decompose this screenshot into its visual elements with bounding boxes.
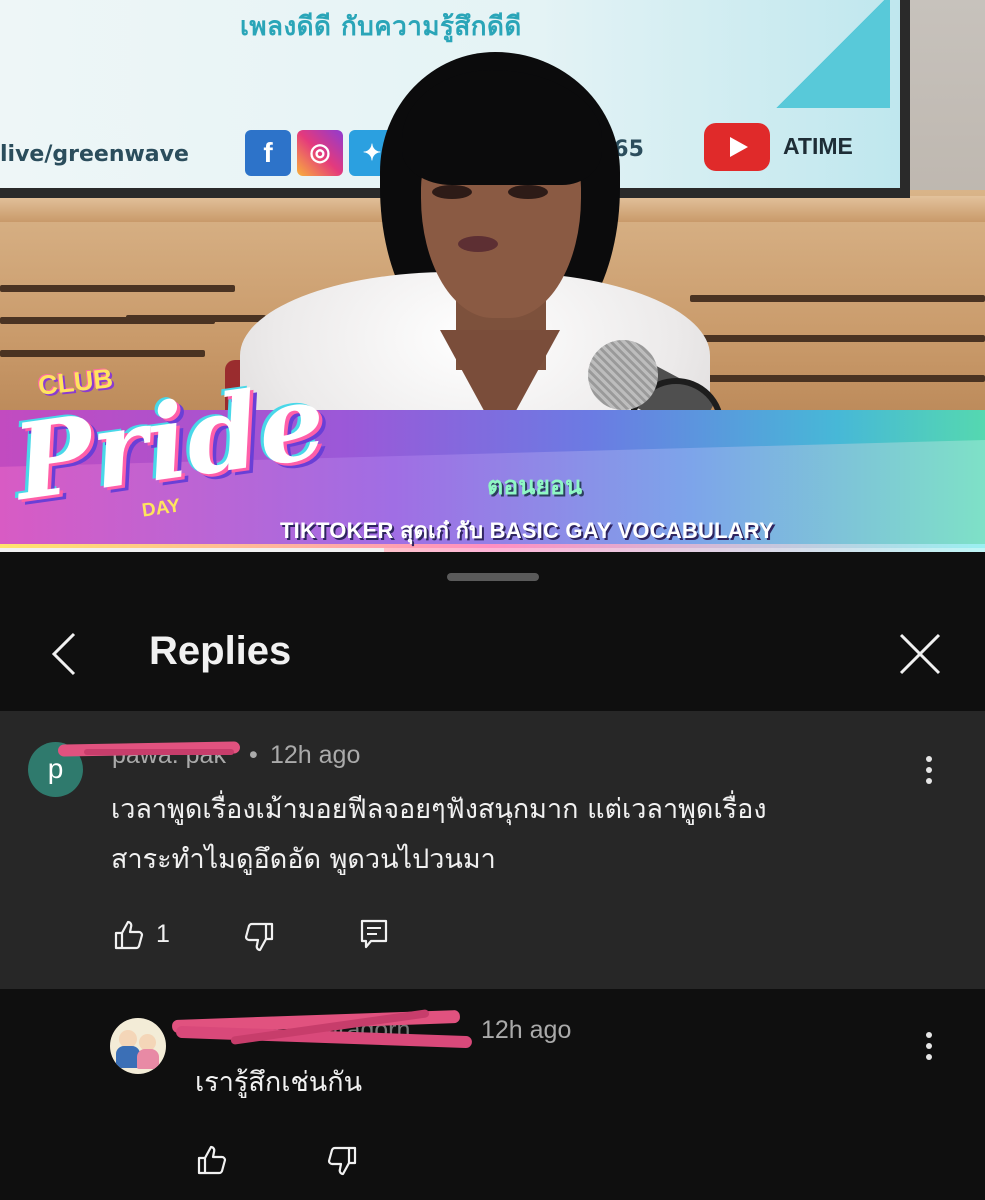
banner-subtitle: TIKTOKER สุดเก๋ กับ BASIC GAY VOCABULARY (280, 518, 774, 543)
parent-comment: p pawa. pak • 12h ago เวลาพูดเรื่องเม้าม… (0, 711, 985, 989)
panel-title: Replies (149, 629, 292, 673)
comment-text-line2: สาระทำไมดูอึดอัด พูดวนไปวนมา (111, 844, 496, 875)
video-player[interactable]: เพลงดีดี กับความรู้สึกดีดี live/greenwav… (0, 0, 985, 552)
drag-handle[interactable] (447, 573, 539, 581)
replies-panel: Replies p pawa. pak • 12h ago เวลาพูดเรื… (0, 552, 985, 1200)
reply-text: เรารู้สึกเช่นกัน (195, 1067, 363, 1098)
meta-separator: • (249, 741, 258, 769)
thumbs-down-icon[interactable] (243, 921, 275, 953)
more-vertical-icon[interactable] (925, 1031, 933, 1061)
host-eye-right (508, 185, 548, 199)
host-eye-left (432, 185, 472, 199)
thumbs-up-icon[interactable] (113, 919, 145, 951)
comment-text-line1: เวลาพูดเรื่องเม้ามอยฟีลจอยๆฟังสนุกมาก แต… (111, 794, 767, 825)
youtube-icon (704, 123, 770, 171)
instagram-icon: ◎ (297, 130, 343, 176)
comment-icon[interactable] (359, 918, 389, 950)
screen-url: live/greenwave (0, 142, 189, 167)
comment-time: 12h ago (270, 741, 361, 769)
microphone-icon (588, 340, 658, 410)
like-count: 1 (156, 920, 170, 948)
reply-comment: Prakaidao Niradorn 12h ago เรารู้สึกเช่น… (0, 989, 985, 1200)
author-redaction (84, 749, 234, 755)
thumbs-up-icon[interactable] (196, 1144, 228, 1176)
thumbs-down-icon[interactable] (326, 1145, 358, 1177)
chevron-left-icon[interactable] (48, 630, 88, 678)
screen-tagline: เพลงดีดี กับความรู้สึกดีดี (240, 12, 522, 42)
avatar[interactable] (110, 1018, 166, 1074)
banner-title: ตอนยอน (487, 471, 583, 500)
facebook-icon: f (245, 130, 291, 176)
screen-channel: ATIME (783, 133, 853, 159)
host-lips (458, 236, 498, 252)
close-icon[interactable] (897, 631, 943, 677)
reply-time: 12h ago (481, 1016, 572, 1044)
more-vertical-icon[interactable] (925, 755, 933, 785)
